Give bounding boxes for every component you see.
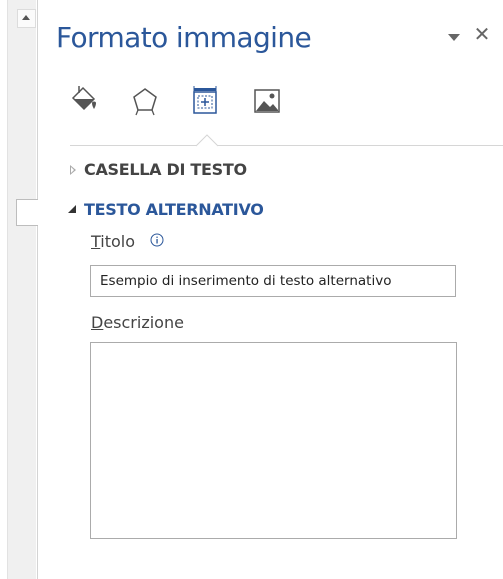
- description-label: Descrizione: [91, 313, 184, 332]
- section-header[interactable]: TESTO ALTERNATIVO: [68, 200, 264, 219]
- fill-line-tab-icon[interactable]: [66, 84, 100, 118]
- description-textarea[interactable]: [90, 342, 457, 539]
- collapse-caret-icon: [68, 203, 84, 217]
- section-label: CASELLA DI TESTO: [84, 160, 247, 179]
- section-label: TESTO ALTERNATIVO: [84, 200, 264, 219]
- active-tab-notch: [196, 134, 218, 147]
- pane-title: Formato immagine: [56, 21, 312, 54]
- info-icon[interactable]: [150, 233, 164, 247]
- title-label: Titolo: [91, 232, 136, 251]
- section-header[interactable]: CASELLA DI TESTO: [68, 160, 247, 179]
- section-testo-alternativo[interactable]: TESTO ALTERNATIVO: [68, 200, 264, 219]
- vertical-scrollbar[interactable]: [7, 0, 43, 579]
- document-strip: [0, 0, 43, 579]
- title-input[interactable]: [90, 265, 456, 297]
- pane-tabs: [66, 84, 466, 118]
- format-picture-pane: Formato immagine ✕ CASELLA DI TESTO TEST…: [38, 0, 503, 579]
- close-icon[interactable]: ✕: [472, 24, 492, 44]
- dropdown-triangle-icon[interactable]: [448, 34, 460, 41]
- picture-tab-icon[interactable]: [249, 84, 283, 118]
- layout-properties-tab-icon[interactable]: [188, 84, 222, 118]
- effects-tab-icon[interactable]: [128, 84, 162, 118]
- tabs-divider: [70, 145, 503, 146]
- expand-caret-icon: [68, 163, 84, 177]
- scroll-up-button[interactable]: [17, 9, 36, 28]
- section-casella-di-testo[interactable]: CASELLA DI TESTO: [68, 160, 247, 179]
